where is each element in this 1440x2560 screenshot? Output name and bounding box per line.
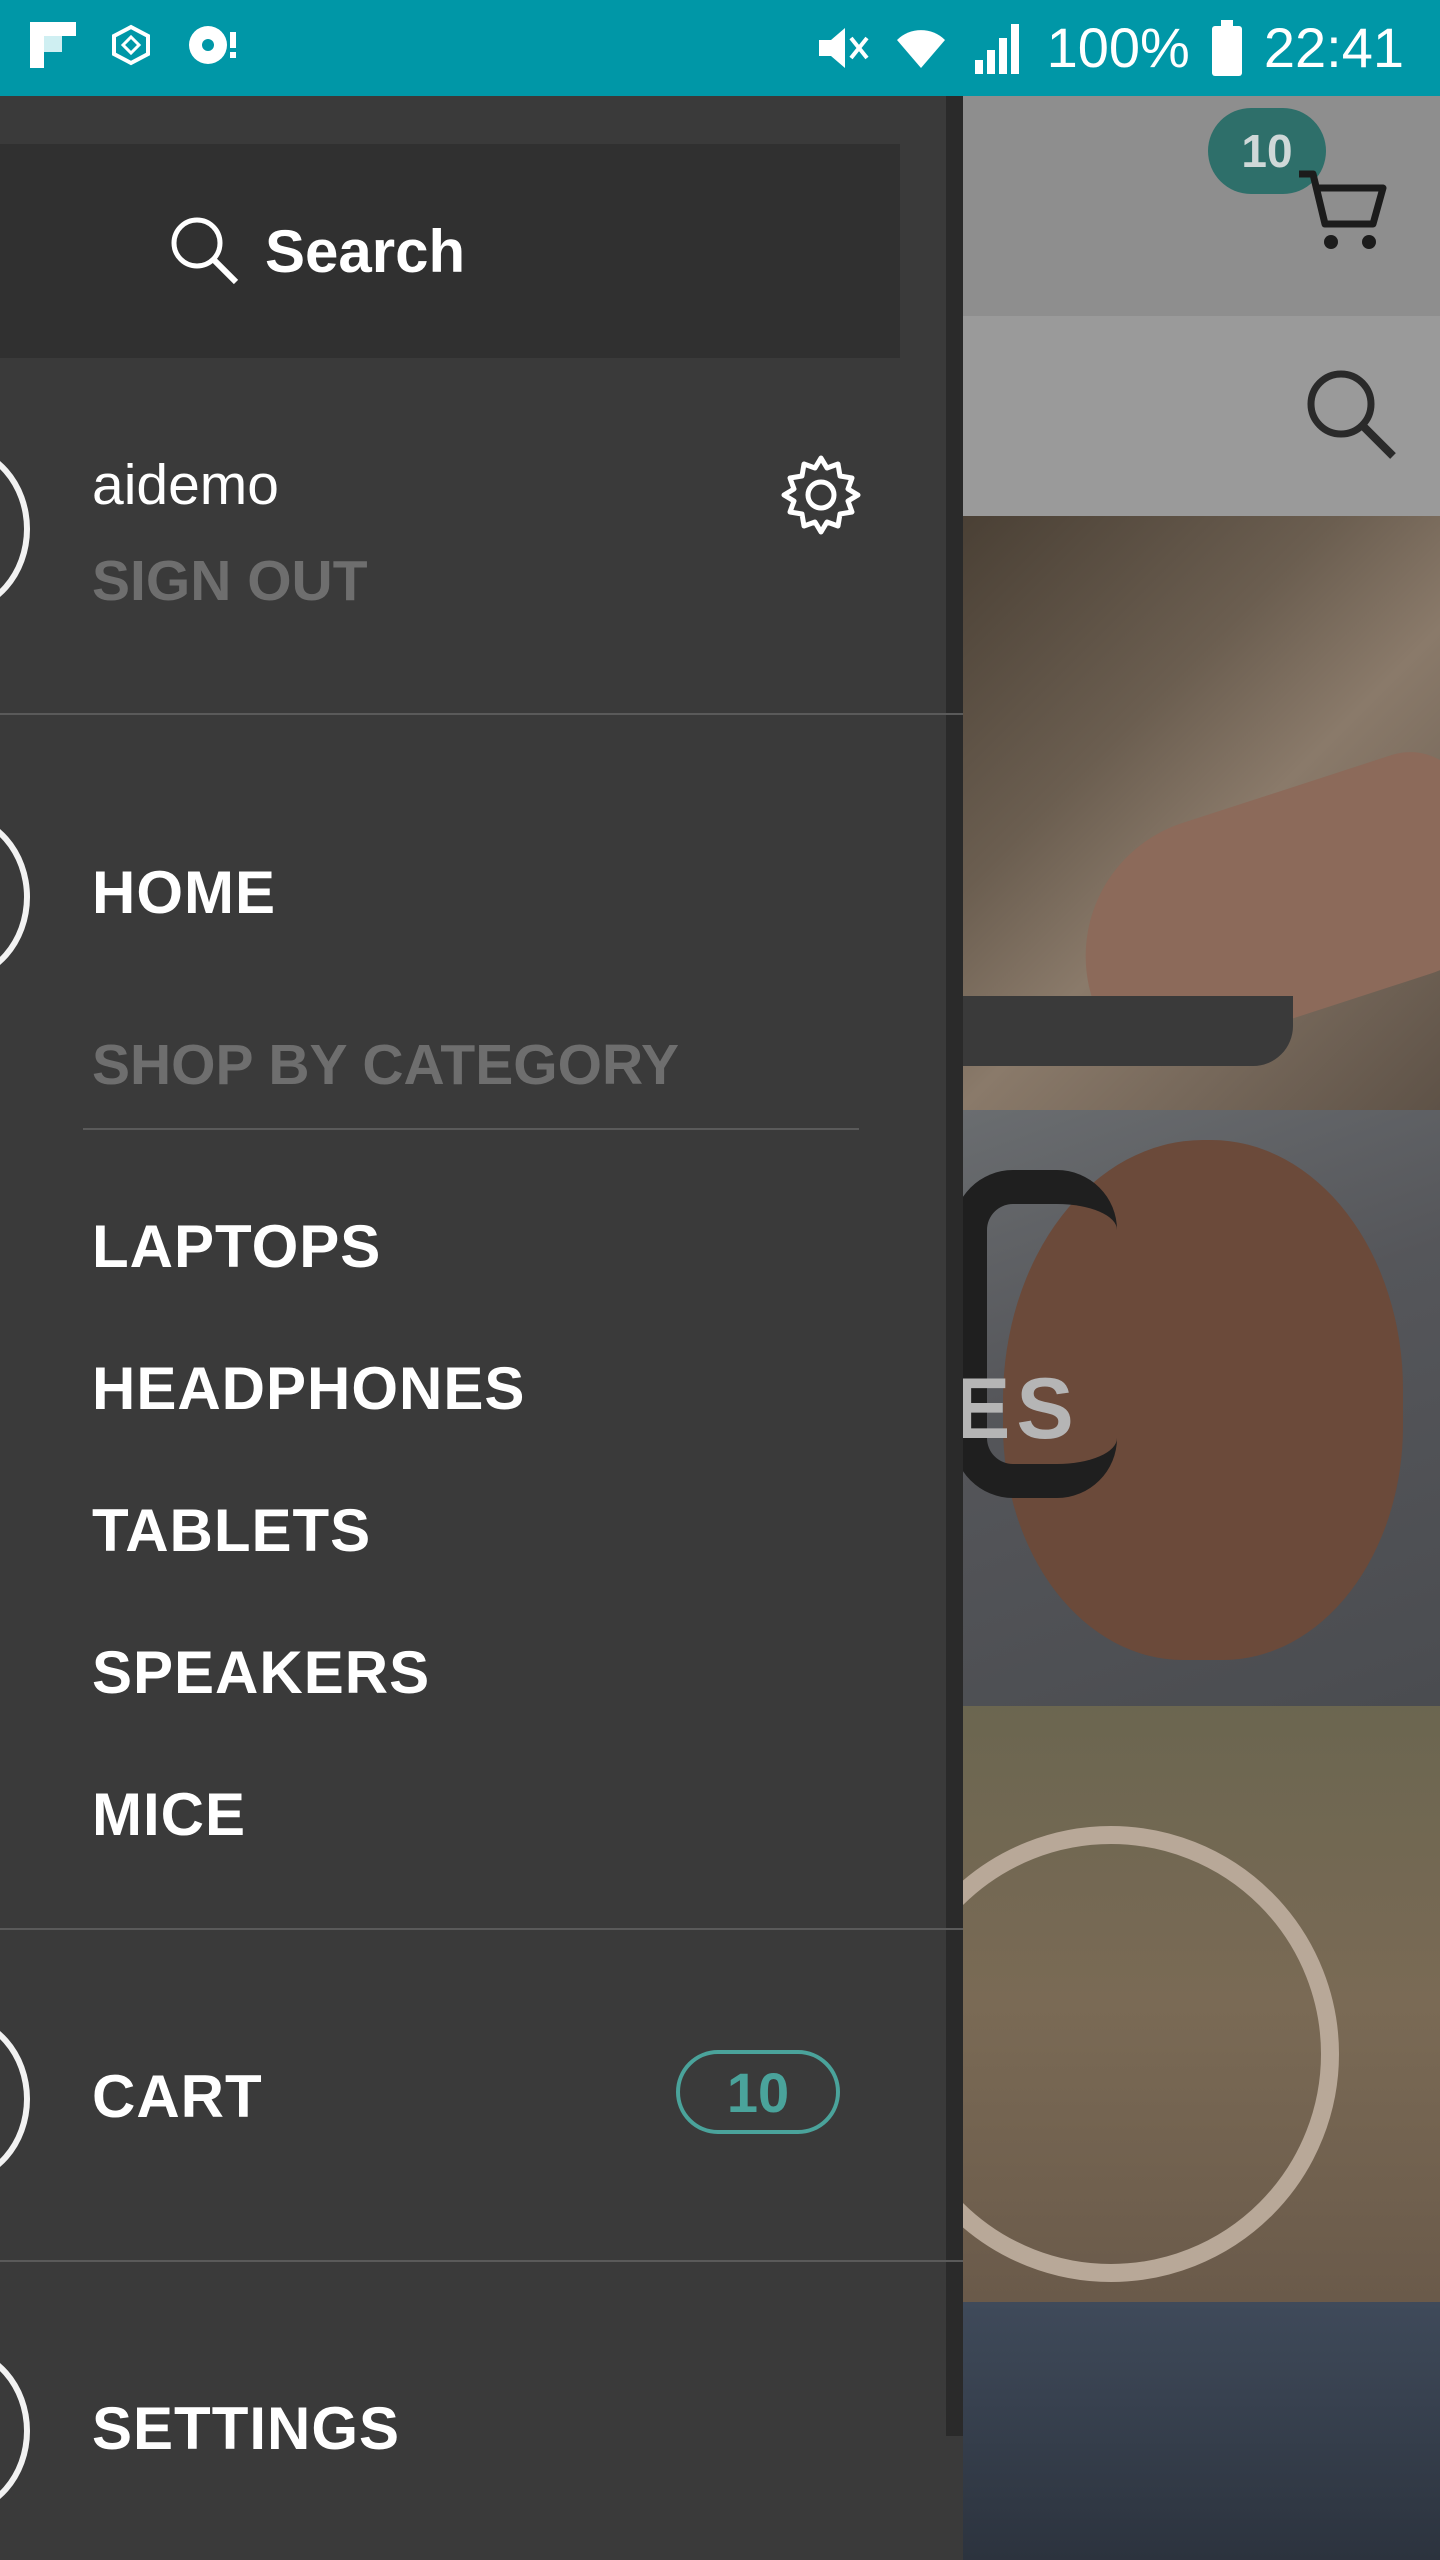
status-bar: 100% 22:41 (0, 0, 1440, 96)
mute-icon (815, 20, 871, 76)
menu-item-speakers[interactable]: SPEAKERS (92, 1638, 430, 1707)
menu-item-home[interactable]: HOME (92, 858, 276, 927)
divider (83, 1128, 859, 1130)
gear-icon[interactable] (776, 450, 866, 545)
tile-photo-laptop (963, 996, 1293, 1066)
battery-icon (1211, 20, 1242, 76)
drawer-search-button[interactable]: Search (0, 144, 900, 358)
home-icon (0, 812, 30, 982)
search-icon (165, 211, 241, 292)
divider (0, 713, 963, 715)
app-toolbar: 10 (963, 96, 1440, 316)
menu-item-laptops[interactable]: LAPTOPS (92, 1212, 381, 1281)
search-icon[interactable] (1303, 366, 1399, 467)
cart-icon[interactable] (1297, 166, 1387, 261)
category-tile-speakers[interactable] (963, 2302, 1440, 2560)
cart-icon (0, 2014, 30, 2184)
record-icon (186, 22, 240, 68)
background-app[interactable]: 10 ES (963, 96, 1440, 2560)
app-icon (110, 24, 152, 66)
menu-item-mice[interactable]: MICE (92, 1780, 246, 1849)
avatar (0, 444, 30, 614)
menu-item-settings[interactable]: SETTINGS (92, 2394, 400, 2463)
menu-item-headphones[interactable]: HEADPHONES (92, 1354, 525, 1423)
signal-icon (971, 20, 1025, 76)
navigation-drawer: Search aidemo SIGN OUT HOME SHOP BY CATE… (0, 96, 963, 2560)
section-header-shop-by-category: SHOP BY CATEGORY (92, 1033, 680, 1097)
tile-label: ES (963, 1361, 1080, 1457)
tile-photo-bicycle (963, 1826, 1339, 2282)
cart-count-pill: 10 (676, 2050, 840, 2134)
sign-out-button[interactable]: SIGN OUT (92, 548, 368, 614)
app-search-bar[interactable] (963, 316, 1440, 516)
drawer-scrollbar[interactable] (946, 96, 963, 2436)
search-label: Search (265, 217, 466, 285)
divider (0, 1928, 963, 1930)
category-tile-tablets[interactable] (963, 1706, 1440, 2302)
wifi-icon (893, 20, 949, 76)
menu-item-tablets[interactable]: TABLETS (92, 1496, 371, 1565)
settings-icon (0, 2346, 30, 2516)
menu-item-cart[interactable]: CART (92, 2062, 263, 2131)
divider (0, 2260, 963, 2262)
flipboard-icon (30, 22, 76, 68)
clock: 22:41 (1263, 16, 1404, 79)
username: aidemo (92, 453, 279, 517)
category-tile-laptops[interactable] (963, 516, 1440, 1110)
category-tile-headphones[interactable]: ES (963, 1110, 1440, 1706)
battery-percent: 100% (1046, 16, 1190, 79)
